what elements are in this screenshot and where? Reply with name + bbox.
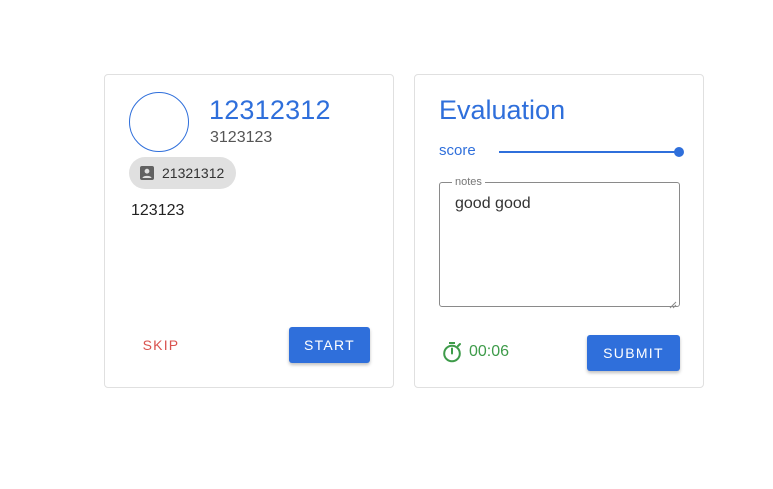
chip-label: 21321312 <box>162 165 225 181</box>
notes-input[interactable]: good good <box>455 195 670 295</box>
start-button[interactable]: START <box>289 327 370 363</box>
contact-card-icon <box>139 165 155 181</box>
evaluation-card: Evaluation score notes good good 00:06 S… <box>414 74 704 388</box>
notes-field[interactable]: notes good good <box>439 175 680 309</box>
timer-value: 00:06 <box>469 343 510 360</box>
id-chip: 21321312 <box>129 157 237 189</box>
stopwatch-icon <box>441 341 463 363</box>
profile-title: 12312312 <box>209 95 331 125</box>
evaluation-title: Evaluation <box>439 95 566 125</box>
score-slider-track[interactable] <box>499 151 679 153</box>
skip-button[interactable]: SKIP <box>133 329 189 361</box>
score-slider-thumb[interactable] <box>674 147 684 157</box>
notes-label: notes <box>452 175 485 189</box>
profile-subtitle: 3123123 <box>210 129 273 146</box>
resize-grip-icon[interactable] <box>669 296 677 309</box>
timer: 00:06 <box>441 341 509 363</box>
submit-button[interactable]: SUBMIT <box>587 335 680 371</box>
score-slider-label: score <box>439 142 476 159</box>
profile-description: 123123 <box>131 202 185 219</box>
profile-card: 12312312 3123123 21321312 123123 SKIP ST… <box>104 74 394 388</box>
avatar <box>129 92 189 152</box>
